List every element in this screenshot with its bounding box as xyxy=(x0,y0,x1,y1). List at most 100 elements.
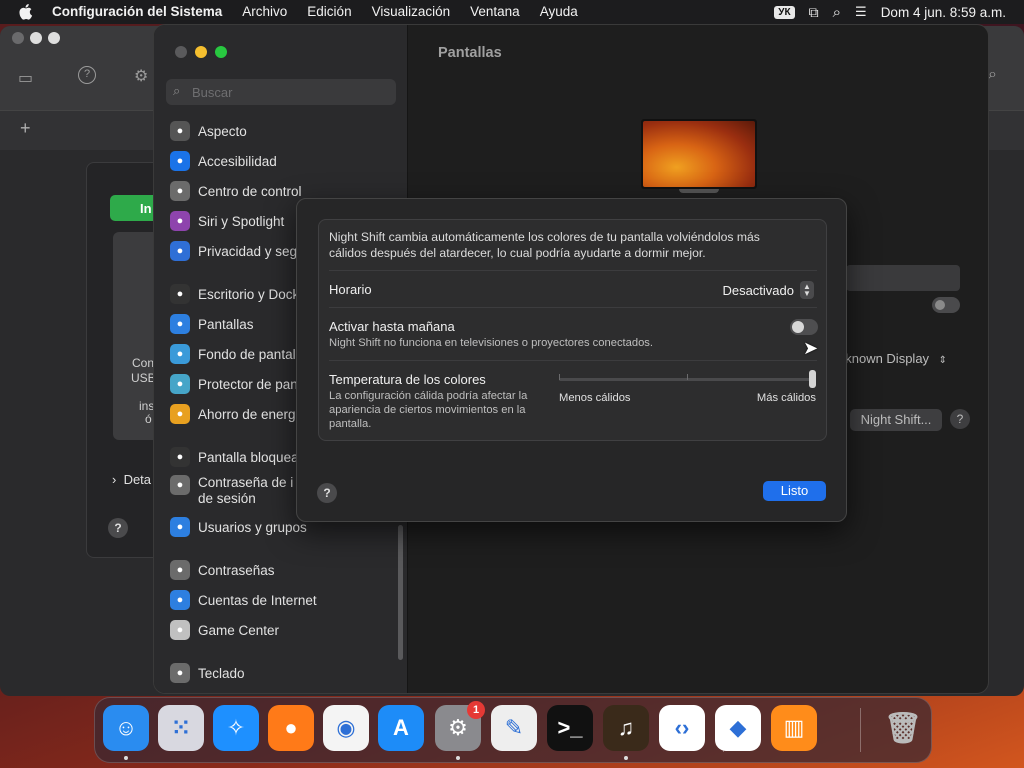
sidebar-item-label: Centro de control xyxy=(198,183,302,199)
chrome-icon[interactable]: ◉ xyxy=(323,705,369,751)
until-tomorrow-toggle[interactable] xyxy=(790,319,818,335)
bg-details-label: Deta xyxy=(123,472,152,487)
slider-tick xyxy=(559,374,560,380)
bg-inbox-icon[interactable]: ▭ xyxy=(18,68,33,88)
sidebar-scrollbar[interactable] xyxy=(398,525,403,660)
control-center-icon: ● xyxy=(170,181,190,201)
sidebar-item-label: Accesibilidad xyxy=(198,153,277,169)
display-stand xyxy=(679,189,719,193)
menu-edicion[interactable]: Edición xyxy=(297,0,361,24)
sidebar-item[interactable]: ● Escritorio y Dock xyxy=(170,283,299,305)
safari-icon[interactable]: ✧ xyxy=(213,705,259,751)
temperature-slider-knob[interactable] xyxy=(809,370,816,388)
bg-zoom-light[interactable] xyxy=(48,32,60,44)
bg-text-line: USB xyxy=(131,371,156,385)
menu-ventana[interactable]: Ventana xyxy=(460,0,530,24)
minimize-light[interactable] xyxy=(195,46,207,58)
sidebar-item[interactable]: ● Teclado xyxy=(170,662,245,684)
bg-text-line: Con xyxy=(132,356,155,370)
sidebar-item[interactable]: ● Centro de control xyxy=(170,180,302,202)
sidebar-item[interactable]: ● Game Center xyxy=(170,619,279,641)
bg-gear-icon[interactable]: ⚙ xyxy=(134,66,148,86)
menu-clock[interactable]: Dom 4 jun. 8:59 a.m. xyxy=(881,5,1006,20)
bg-add-tab-icon[interactable]: + xyxy=(20,118,31,139)
books-icon[interactable]: ▥ xyxy=(771,705,817,751)
display-select[interactable]: nknown Display ⇕ xyxy=(838,351,968,375)
search-field[interactable]: ⌕ Buscar xyxy=(166,79,396,105)
finder-icon[interactable]: ☺ xyxy=(103,705,149,751)
temperature-sublabel: La configuración cálida podría afectar l… xyxy=(329,390,528,430)
menu-ayuda[interactable]: Ayuda xyxy=(530,0,588,24)
display-thumbnail[interactable] xyxy=(641,119,757,189)
close-light[interactable] xyxy=(175,46,187,58)
bg-help-button[interactable]: ? xyxy=(108,518,128,538)
screen-mirroring-icon[interactable]: ⧉ xyxy=(809,4,819,21)
garageband-icon[interactable]: ♫ xyxy=(603,705,649,751)
sidebar-item-label: Pantallas xyxy=(198,316,254,332)
system-settings-icon[interactable]: ⚙ 1 xyxy=(435,701,485,751)
until-tomorrow-label: Activar hasta mañana xyxy=(329,319,455,334)
night-shift-group: Night Shift cambia automáticamente los c… xyxy=(318,219,827,441)
sidebar-item[interactable]: ● Privacidad y seg xyxy=(170,240,297,262)
terminal-icon[interactable]: >_ xyxy=(547,705,593,751)
input-source-badge[interactable]: УК xyxy=(774,5,795,19)
trash-icon[interactable]: 🗑 xyxy=(880,705,926,751)
bg-search-icon[interactable]: ⌕ xyxy=(988,66,997,84)
sidebar-item[interactable]: ● Contraseñas xyxy=(170,559,275,581)
textedit-icon[interactable]: ✎ xyxy=(491,705,537,751)
bg-close-light[interactable] xyxy=(12,32,24,44)
sidebar-item-label: Aspecto xyxy=(198,123,247,139)
vscode-icon[interactable]: ‹› xyxy=(659,705,705,751)
internet-accounts-icon: ● xyxy=(170,590,190,610)
bg-help-icon[interactable]: ? xyxy=(78,66,96,84)
until-tomorrow-sublabel: Night Shift no funciona en televisiones … xyxy=(329,337,654,349)
sidebar-item[interactable]: ● Usuarios y grupos xyxy=(170,516,307,538)
sidebar-item[interactable]: ● Accesibilidad xyxy=(170,150,277,172)
sheet-help-button[interactable]: ? xyxy=(317,483,337,503)
notification-badge: 1 xyxy=(467,701,485,719)
appearance-icon: ● xyxy=(170,121,190,141)
schedule-select[interactable]: Desactivado ▲ ▼ xyxy=(722,281,814,299)
slider-min-label: Menos cálidos xyxy=(559,392,631,404)
users-groups-icon: ● xyxy=(170,517,190,537)
visual-studio-icon[interactable]: ◆ xyxy=(715,705,761,751)
running-indicator xyxy=(624,756,628,760)
sidebar-item[interactable]: ● Cuentas de Internet xyxy=(170,589,317,611)
sidebar-item[interactable]: ● Pantallas xyxy=(164,309,395,339)
sidebar-item[interactable]: ● Fondo de pantal xyxy=(170,343,296,365)
firefox-icon[interactable]: ● xyxy=(268,705,314,751)
spotlight-search-icon[interactable]: ⌕ xyxy=(833,4,841,21)
sidebar-item-label: Contraseña de i xyxy=(198,475,294,490)
menu-app-name[interactable]: Configuración del Sistema xyxy=(52,0,232,24)
dock: ☺ ⁙ ✧ ● ◉ A ⚙ 1 ✎ >_ ♫ ‹› ◆ ▥ 🗑 xyxy=(94,697,932,763)
sidebar-item[interactable]: ● Siri y Spotlight xyxy=(170,210,284,232)
bg-text-line: ó xyxy=(145,412,152,426)
sidebar-item-label: Game Center xyxy=(198,622,280,638)
siri-icon: ● xyxy=(170,211,190,231)
sidebar-item-label: Siri y Spotlight xyxy=(198,213,285,229)
sidebar-item-label: Pantalla bloquea xyxy=(198,449,299,465)
sidebar-item[interactable]: ● Contraseña de i de sesión xyxy=(170,475,294,506)
schedule-label: Horario xyxy=(329,282,372,297)
sidebar-item[interactable]: ● Aspecto xyxy=(170,120,247,142)
displays-help-button[interactable]: ? xyxy=(950,409,970,429)
apple-menu[interactable] xyxy=(0,4,52,20)
mouse-cursor-icon: ➤ xyxy=(803,338,819,358)
launchpad-icon[interactable]: ⁙ xyxy=(158,705,204,751)
night-shift-button[interactable]: Night Shift... xyxy=(850,409,942,431)
done-button[interactable]: Listo xyxy=(763,481,826,501)
sidebar-item[interactable]: ● Ahorro de energ xyxy=(170,403,296,425)
zoom-light[interactable] xyxy=(215,46,227,58)
schedule-value: Desactivado xyxy=(722,282,794,298)
bg-details-disclosure[interactable]: › Deta xyxy=(112,472,151,487)
bg-toggle[interactable] xyxy=(932,297,960,313)
app-store-icon[interactable]: A xyxy=(378,705,424,751)
menu-archivo[interactable]: Archivo xyxy=(232,0,297,24)
control-center-icon[interactable]: ☰ xyxy=(855,4,867,20)
sidebar-item[interactable]: ● Protector de pan xyxy=(170,373,298,395)
sidebar-item[interactable]: ● Pantalla bloquea xyxy=(170,446,299,468)
dock-divider xyxy=(723,708,724,752)
lock-screen-icon: ● xyxy=(170,447,190,467)
menu-visualizacion[interactable]: Visualización xyxy=(362,0,461,24)
bg-minimize-light[interactable] xyxy=(30,32,42,44)
